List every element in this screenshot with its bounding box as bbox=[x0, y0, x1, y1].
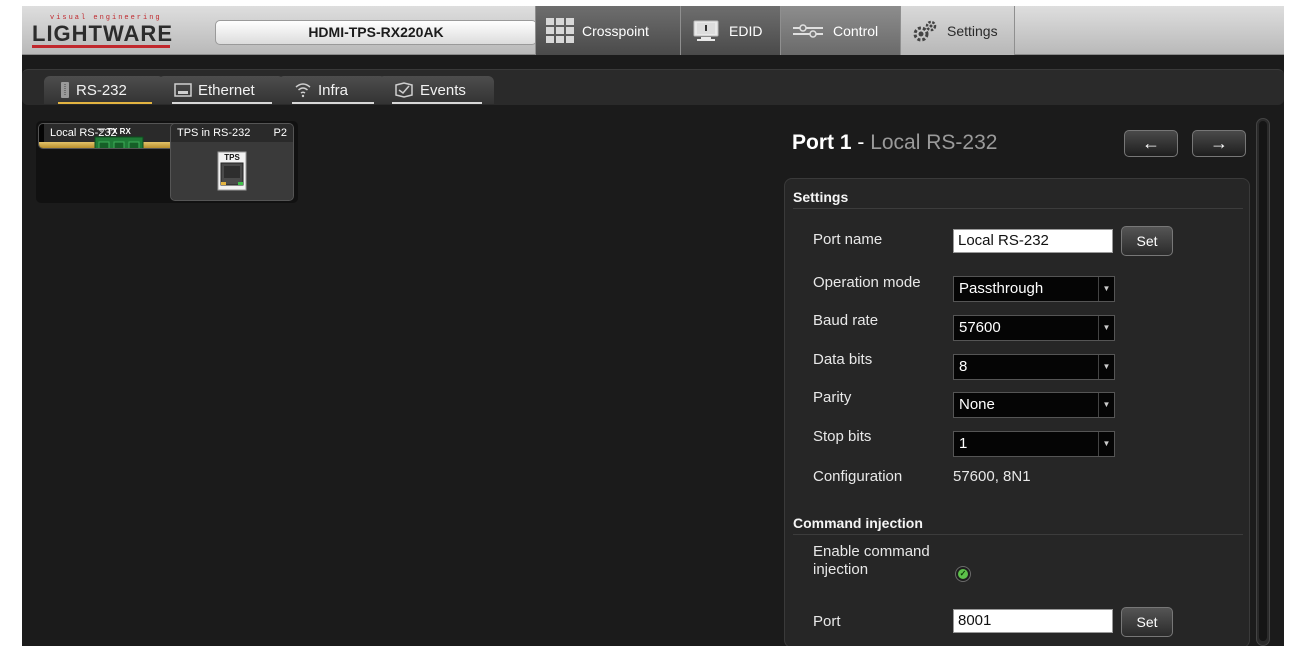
top-bar: visual engineering LIGHTWARE HDMI-TPS-RX… bbox=[22, 6, 1284, 55]
tab-underline bbox=[58, 102, 152, 104]
port-tiles: Local RS-232 P1 TX RX TPS in RS-232 P2 bbox=[36, 121, 298, 203]
tps-connector-icon: TPS bbox=[217, 151, 247, 191]
title-separator: - bbox=[851, 131, 871, 154]
nav-tab-label: Settings bbox=[947, 22, 998, 39]
tab-underline bbox=[292, 102, 374, 104]
section-divider bbox=[793, 208, 1243, 209]
arrow-left-icon: ← bbox=[1142, 133, 1160, 153]
arrow-right-icon: → bbox=[1210, 133, 1228, 153]
monitor-icon bbox=[691, 19, 721, 43]
stop-bits-value: 1 bbox=[959, 435, 968, 452]
wireless-icon bbox=[294, 82, 312, 98]
baud-rate-select[interactable]: 57600 ▼ bbox=[953, 315, 1115, 341]
tab-underline bbox=[392, 102, 482, 104]
enable-injection-label-line1: Enable command bbox=[813, 543, 930, 560]
main-nav: Crosspoint EDID Control Settings bbox=[535, 6, 1015, 55]
chevron-down-icon: ▼ bbox=[1098, 316, 1114, 340]
set-port-name-button[interactable]: Set bbox=[1121, 226, 1173, 256]
scrollbar-thumb[interactable] bbox=[1259, 121, 1267, 641]
chevron-down-icon: ▼ bbox=[1098, 355, 1114, 379]
events-icon bbox=[394, 82, 414, 98]
port-tile-id: P2 bbox=[273, 127, 287, 139]
parity-value: None bbox=[959, 396, 995, 413]
gears-icon bbox=[911, 19, 939, 43]
data-bits-select[interactable]: 8 ▼ bbox=[953, 354, 1115, 380]
sliders-icon bbox=[791, 21, 825, 41]
set-injection-port-button[interactable]: Set bbox=[1121, 607, 1173, 637]
tab-events[interactable]: Events bbox=[378, 76, 494, 104]
port-panel-header: Port 1 - Local RS-232 ← → bbox=[782, 120, 1252, 170]
chevron-down-icon: ▼ bbox=[1098, 393, 1114, 417]
nav-tab-crosspoint[interactable]: Crosspoint bbox=[535, 6, 680, 55]
injection-port-input[interactable]: 8001 bbox=[953, 609, 1113, 633]
tab-infra[interactable]: Infra bbox=[278, 76, 386, 104]
nav-tab-label: EDID bbox=[729, 22, 763, 39]
lightware-logo: visual engineering LIGHTWARE bbox=[32, 14, 182, 48]
chevron-down-icon: ▼ bbox=[1098, 277, 1114, 301]
command-injection-heading: Command injection bbox=[793, 515, 923, 531]
logo-underline bbox=[32, 45, 170, 48]
connector-label: TX RX bbox=[107, 127, 131, 136]
operation-mode-label: Operation mode bbox=[813, 274, 921, 291]
port-tile-header: TPS in RS-232 P2 bbox=[171, 124, 293, 142]
nav-tab-label: Crosspoint bbox=[582, 22, 649, 39]
port-tile-p2[interactable]: TPS in RS-232 P2 TPS bbox=[170, 123, 294, 201]
tab-label: RS-232 bbox=[76, 81, 127, 99]
port-number: Port 1 bbox=[792, 131, 852, 154]
port-settings-panel: Settings Port name Local RS-232 Set Oper… bbox=[784, 178, 1250, 646]
logo-wordmark: LIGHTWARE bbox=[32, 21, 173, 46]
nav-tab-label: Control bbox=[833, 22, 879, 39]
section-divider bbox=[793, 534, 1243, 535]
tab-underline bbox=[172, 102, 272, 104]
phoenix-connector-icon: TX RX bbox=[94, 127, 144, 148]
checkmark-icon: ✓ bbox=[958, 569, 968, 579]
configuration-value: 57600, 8N1 bbox=[953, 468, 1031, 485]
enable-injection-checkbox[interactable]: ✓ bbox=[955, 566, 971, 582]
app-window: visual engineering LIGHTWARE HDMI-TPS-RX… bbox=[22, 6, 1284, 646]
nav-tab-control[interactable]: Control bbox=[780, 6, 900, 55]
nav-tab-settings[interactable]: Settings bbox=[900, 6, 1015, 55]
connector-label: TPS bbox=[224, 153, 240, 162]
nav-tab-edid[interactable]: EDID bbox=[680, 6, 780, 55]
data-bits-label: Data bits bbox=[813, 351, 873, 368]
injection-port-label: Port bbox=[813, 613, 841, 630]
baud-rate-label: Baud rate bbox=[813, 312, 879, 329]
port-title-name: Local RS-232 bbox=[870, 131, 998, 154]
stop-bits-select[interactable]: 1 ▼ bbox=[953, 431, 1115, 457]
next-port-button[interactable]: → bbox=[1192, 130, 1246, 157]
tab-ethernet[interactable]: Ethernet bbox=[158, 76, 284, 104]
previous-port-button[interactable]: ← bbox=[1124, 130, 1178, 157]
serial-icon bbox=[60, 82, 70, 98]
parity-label: Parity bbox=[813, 389, 852, 406]
configuration-label: Configuration bbox=[813, 468, 903, 485]
tab-label: Events bbox=[420, 81, 466, 99]
device-name-label: HDMI-TPS-RX220AK bbox=[215, 20, 537, 45]
tab-rs232[interactable]: RS-232 bbox=[44, 76, 164, 104]
matrix-grid-icon bbox=[546, 18, 574, 43]
operation-mode-value: Passthrough bbox=[959, 280, 1044, 297]
settings-heading: Settings bbox=[793, 189, 849, 205]
port-name-input[interactable]: Local RS-232 bbox=[953, 229, 1113, 253]
data-bits-value: 8 bbox=[959, 358, 968, 375]
baud-rate-value: 57600 bbox=[959, 319, 1001, 336]
stop-bits-label: Stop bits bbox=[813, 428, 872, 445]
port-tile-body: TPS bbox=[171, 142, 293, 200]
port-name-label: Port name bbox=[813, 231, 883, 248]
enable-injection-label: Enable command injection bbox=[813, 543, 930, 579]
chevron-down-icon: ▼ bbox=[1098, 432, 1114, 456]
tab-label: Infra bbox=[318, 81, 349, 99]
port-panel-title: Port 1 - Local RS-232 bbox=[792, 131, 997, 155]
port-tile-name: TPS in RS-232 bbox=[177, 127, 251, 139]
panel-scrollbar[interactable] bbox=[1256, 118, 1270, 646]
parity-select[interactable]: None ▼ bbox=[953, 392, 1115, 418]
ethernet-icon bbox=[174, 83, 192, 97]
tab-label: Ethernet bbox=[198, 81, 255, 99]
operation-mode-select[interactable]: Passthrough ▼ bbox=[953, 276, 1115, 302]
enable-injection-label-line2: injection bbox=[813, 561, 869, 578]
